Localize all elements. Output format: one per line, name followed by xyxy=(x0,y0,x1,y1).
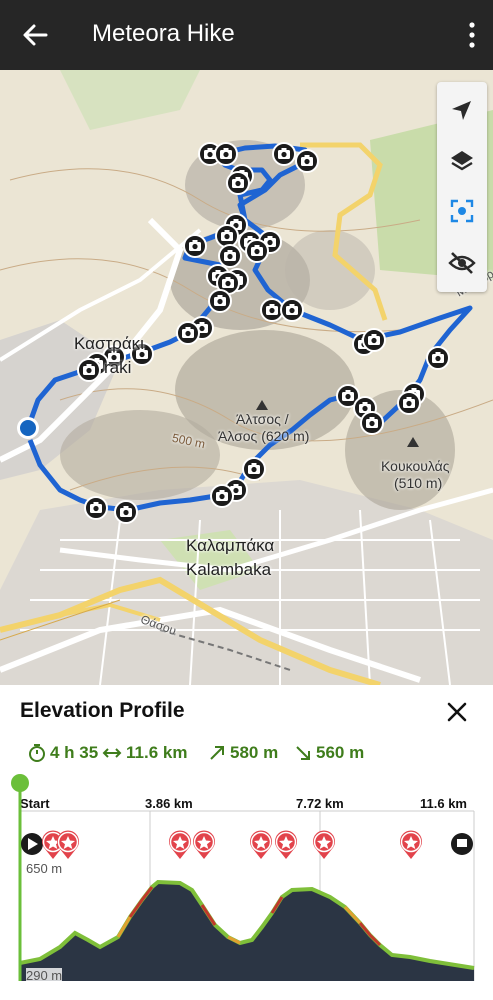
visibility-off-icon[interactable] xyxy=(437,238,487,288)
elevation-max-label: 650 m xyxy=(26,861,63,876)
map-view[interactable]: Καστράκι raki Άλτσος / Άλσος (620 m) Κου… xyxy=(0,70,493,685)
arrow-left-icon[interactable] xyxy=(18,18,52,52)
waypoint-markers[interactable] xyxy=(0,685,493,1000)
map-label-kastraki-en: raki xyxy=(104,358,132,377)
elevation-profile-panel: Elevation Profile 4 h 35 11.6 km 580 m 5… xyxy=(0,685,493,1000)
map-label-altsos: Άλτσος / xyxy=(236,411,289,427)
center-focus-icon[interactable] xyxy=(437,186,487,236)
map-tools-panel xyxy=(437,82,487,292)
navigation-arrow-icon[interactable] xyxy=(437,86,487,136)
map-label-kalambaka-en: Kalambaka xyxy=(186,560,272,579)
photo-markers[interactable] xyxy=(0,70,493,685)
page-title: Meteora Hike xyxy=(92,20,235,47)
map-label-kastraki: Καστράκι xyxy=(74,334,144,353)
elevation-min-label: 290 m xyxy=(26,968,63,983)
more-vert-icon[interactable] xyxy=(467,20,477,50)
layers-icon[interactable] xyxy=(437,136,487,186)
map-label-altsos-elev: Άλσος (620 m) xyxy=(218,428,310,444)
map-label-kalambaka-gr: Καλαμπάκα xyxy=(186,536,275,555)
map-label-koukoulas-elev: (510 m) xyxy=(394,475,443,491)
map-label-koukoulas: Κουκουλάς xyxy=(381,458,450,474)
star-icon xyxy=(41,829,423,860)
app-bar: Meteora Hike xyxy=(0,0,493,70)
